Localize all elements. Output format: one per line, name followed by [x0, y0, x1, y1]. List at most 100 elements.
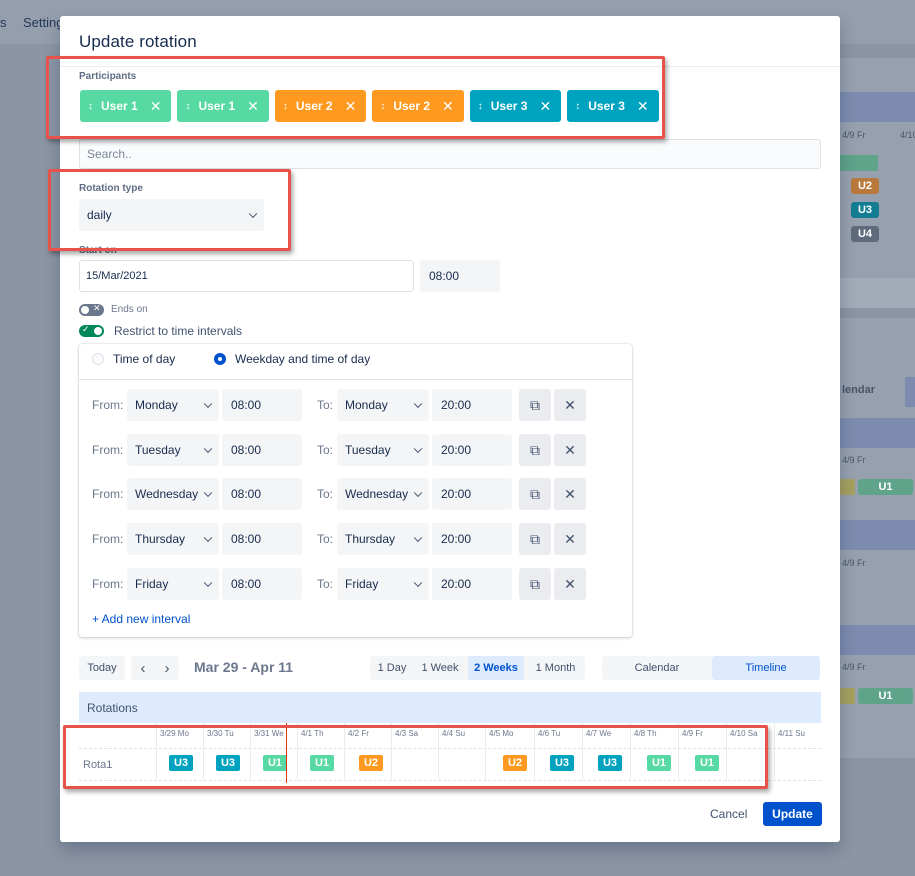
from-time-input[interactable]: 08:00 [222, 478, 302, 510]
from-time-input[interactable]: 08:00 [222, 523, 302, 555]
participant-chip[interactable]: ↕ User 3 ✕ [469, 90, 562, 122]
duplicate-interval-button[interactable]: ⧉ [519, 523, 551, 555]
chevron-down-icon [203, 533, 213, 543]
remove-participant-icon[interactable]: ✕ [539, 98, 551, 115]
duplicate-interval-button[interactable]: ⧉ [519, 389, 551, 421]
view-calendar[interactable]: Calendar [602, 656, 712, 680]
remove-participant-icon[interactable]: ✕ [150, 98, 162, 115]
duplicate-interval-button[interactable]: ⧉ [519, 434, 551, 466]
assignment-chip[interactable]: U1 [647, 755, 671, 771]
rotation-type-label: Rotation type [79, 183, 143, 194]
start-date-input[interactable]: 15/Mar/2021 [79, 260, 414, 292]
to-day-value: Tuesday [345, 443, 391, 457]
remove-participant-icon[interactable]: ✕ [637, 98, 649, 115]
drag-handle-icon[interactable]: ↕ [380, 101, 385, 112]
participant-name: User 1 [101, 99, 138, 113]
assignment-chip[interactable]: U1 [310, 755, 334, 771]
participant-search-input[interactable]: Search.. [79, 139, 821, 169]
background-band [840, 625, 915, 655]
timeline-day: 4/8 Th U1 [630, 723, 678, 781]
remove-interval-button[interactable]: ✕ [554, 434, 586, 466]
drag-handle-icon[interactable]: ↕ [88, 101, 93, 112]
to-day-select[interactable]: Tuesday [337, 434, 429, 466]
current-time-marker [286, 723, 287, 783]
background-band [840, 418, 915, 448]
timeline-day: 3/29 Mo U3 [156, 723, 204, 781]
remove-interval-button[interactable]: ✕ [554, 568, 586, 600]
assignment-chip[interactable]: U2 [503, 755, 527, 771]
assignment-chip[interactable]: U3 [216, 755, 240, 771]
timeline-day: 4/4 Su [438, 723, 486, 781]
restrict-intervals-toggle[interactable]: ✓ [79, 324, 104, 337]
radio-time-of-day[interactable] [92, 353, 104, 365]
span-1-day[interactable]: 1 Day [372, 656, 412, 680]
from-day-select[interactable]: Friday [127, 568, 219, 600]
from-day-select[interactable]: Wednesday [127, 478, 219, 510]
to-day-select[interactable]: Monday [337, 389, 429, 421]
span-2-weeks[interactable]: 2 Weeks [468, 656, 524, 680]
assignment-chip[interactable]: U1 [695, 755, 719, 771]
cancel-button[interactable]: Cancel [710, 807, 747, 821]
rotations-title: Rotations [87, 701, 138, 715]
assignment-chip[interactable]: U3 [550, 755, 574, 771]
remove-participant-icon[interactable]: ✕ [442, 98, 454, 115]
span-1-month[interactable]: 1 Month [528, 656, 583, 680]
chevron-down-icon [203, 399, 213, 409]
start-time-value: 08:00 [429, 269, 460, 283]
remove-participant-icon[interactable]: ✕ [345, 98, 357, 115]
chevron-right-icon[interactable]: › [155, 660, 179, 677]
remove-interval-button[interactable]: ✕ [554, 478, 586, 510]
to-day-select[interactable]: Thursday [337, 523, 429, 555]
background-chip: U2 [851, 178, 879, 194]
assignment-chip[interactable]: U3 [169, 755, 193, 771]
assignment-chip[interactable]: U1 [263, 755, 287, 771]
from-time-input[interactable]: 08:00 [222, 389, 302, 421]
timeline-day-label: 4/1 Th [301, 729, 324, 738]
participant-chip[interactable]: ↕ User 3 ✕ [567, 90, 659, 122]
to-time-input[interactable]: 20:00 [432, 523, 512, 555]
participant-chip[interactable]: ↕ User 2 ✕ [274, 90, 367, 122]
remove-interval-button[interactable]: ✕ [554, 523, 586, 555]
close-icon: ✕ [564, 575, 576, 592]
drag-handle-icon[interactable]: ↕ [478, 101, 483, 112]
remove-participant-icon[interactable]: ✕ [247, 98, 259, 115]
from-time-input[interactable]: 08:00 [222, 434, 302, 466]
drag-handle-icon[interactable]: ↕ [185, 101, 190, 112]
participant-chip[interactable]: ↕ User 2 ✕ [372, 90, 464, 122]
rotation-type-select[interactable]: daily [79, 199, 264, 231]
background-chip: U4 [851, 226, 879, 242]
to-day-select[interactable]: Wednesday [337, 478, 429, 510]
add-interval-link[interactable]: + Add new interval [92, 612, 190, 626]
participant-chip[interactable]: ↕ User 1 ✕ [177, 90, 269, 122]
remove-interval-button[interactable]: ✕ [554, 389, 586, 421]
start-time-input[interactable]: 08:00 [420, 260, 500, 292]
update-button[interactable]: Update [763, 802, 822, 826]
assignment-chip[interactable]: U3 [598, 755, 622, 771]
from-day-select[interactable]: Monday [127, 389, 219, 421]
chevron-left-icon[interactable]: ‹ [131, 660, 155, 677]
drag-handle-icon[interactable]: ↕ [575, 101, 580, 112]
to-time-input[interactable]: 20:00 [432, 568, 512, 600]
view-timeline[interactable]: Timeline [712, 656, 820, 680]
duplicate-interval-button[interactable]: ⧉ [519, 568, 551, 600]
to-time-input[interactable]: 20:00 [432, 478, 512, 510]
from-day-select[interactable]: Tuesday [127, 434, 219, 466]
to-day-select[interactable]: Friday [337, 568, 429, 600]
copy-icon: ⧉ [530, 575, 540, 592]
span-1-week[interactable]: 1 Week [416, 656, 464, 680]
from-day-select[interactable]: Thursday [127, 523, 219, 555]
background-bar [840, 688, 855, 704]
to-time-input[interactable]: 20:00 [432, 434, 512, 466]
drag-handle-icon[interactable]: ↕ [283, 101, 288, 112]
background-day-label: 4/9 Fr [842, 130, 866, 140]
duplicate-interval-button[interactable]: ⧉ [519, 478, 551, 510]
to-time-input[interactable]: 20:00 [432, 389, 512, 421]
participant-chip[interactable]: ↕ User 1 ✕ [80, 90, 172, 122]
ends-on-toggle[interactable]: ✕ [79, 303, 104, 316]
assignment-chip[interactable]: U2 [359, 755, 383, 771]
from-time-input[interactable]: 08:00 [222, 568, 302, 600]
today-button[interactable]: Today [79, 656, 125, 680]
radio-weekday-time[interactable] [214, 353, 226, 365]
start-on-label: Start on [79, 245, 117, 256]
rotation-type-value: daily [87, 208, 112, 222]
